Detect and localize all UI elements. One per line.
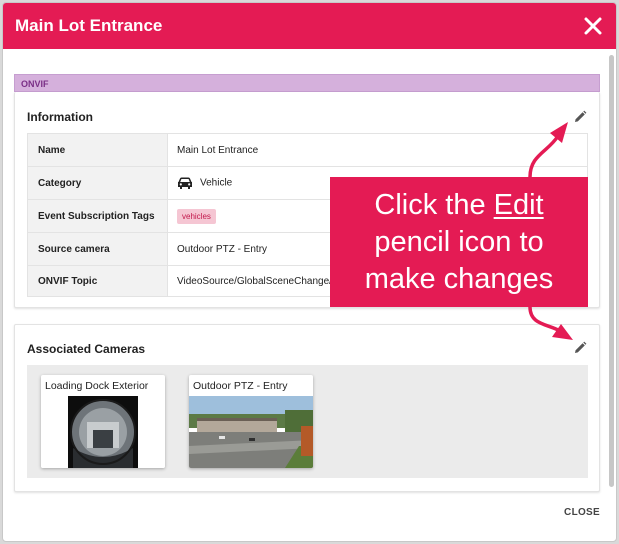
callout-arrows	[528, 122, 573, 340]
